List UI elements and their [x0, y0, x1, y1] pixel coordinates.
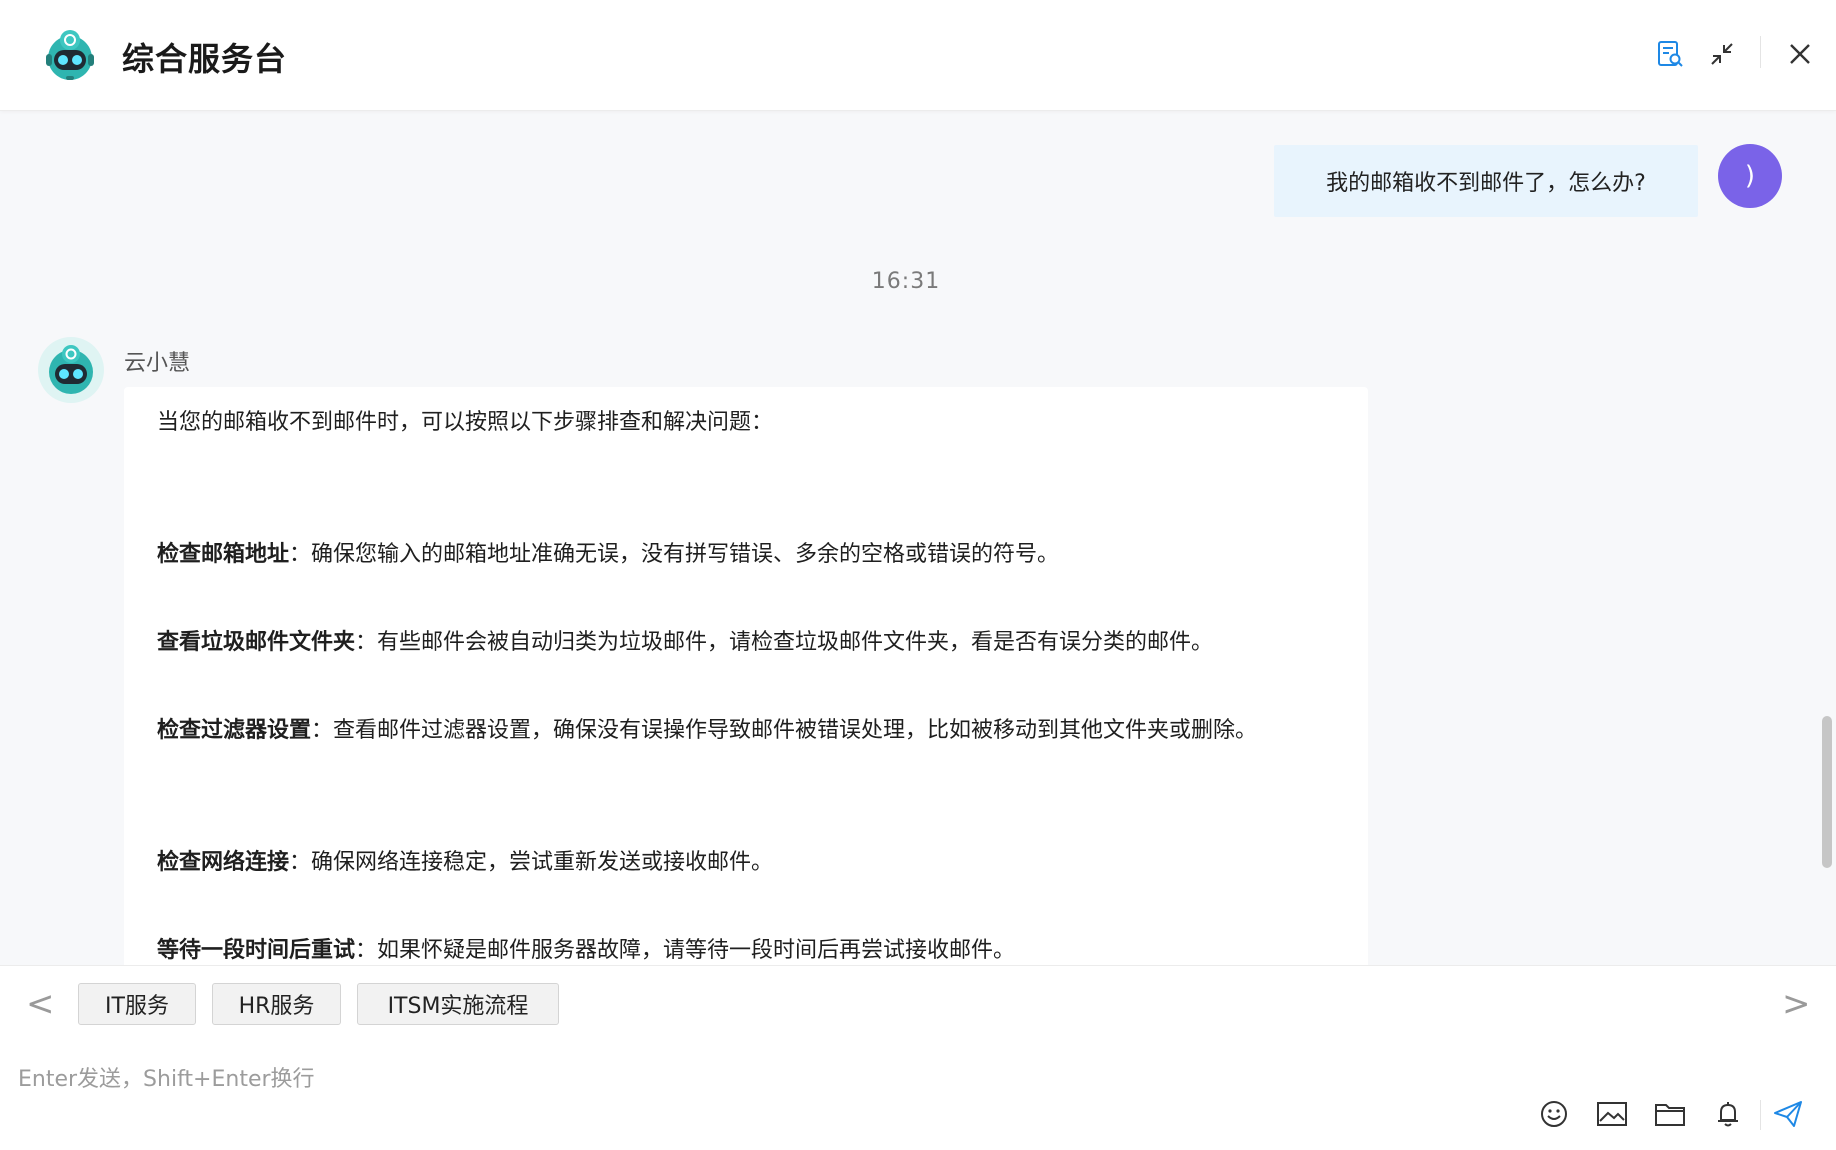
step-text: ：确保网络连接稳定，尝试重新发送或接收邮件。	[289, 850, 774, 875]
image-icon[interactable]	[1594, 1096, 1630, 1132]
step-title: 查看垃圾邮件文件夹	[157, 630, 356, 655]
step-title: 等待一段时间后重试	[157, 938, 356, 963]
chat-scrollbar[interactable]	[1822, 716, 1832, 868]
bell-icon[interactable]	[1710, 1096, 1746, 1132]
bot-reply-step: 查看垃圾邮件文件夹：有些邮件会被自动归类为垃圾邮件，请检查垃圾邮件文件夹，看是否…	[157, 621, 1337, 665]
bot-reply-intro: 当您的邮箱收不到邮件时，可以按照以下步骤排查和解决问题：	[157, 410, 774, 435]
bot-avatar	[38, 337, 104, 403]
user-avatar[interactable]: )	[1718, 144, 1782, 208]
user-avatar-text: )	[1744, 161, 1756, 191]
message-input[interactable]	[16, 1058, 1520, 1100]
step-text: ：有些邮件会被自动归类为垃圾邮件，请检查垃圾邮件文件夹，看是否有误分类的邮件。	[355, 630, 1214, 655]
step-title: 检查邮箱地址	[157, 542, 290, 567]
header-bar: 综合服务台	[0, 0, 1836, 111]
bot-reply-step: 等待一段时间后重试：如果怀疑是邮件服务器故障，请等待一段时间后再尝试接收邮件。	[157, 929, 1337, 965]
tag-hr-service[interactable]: HR服务	[212, 983, 341, 1025]
message-timestamp: 16:31	[871, 269, 941, 294]
emoji-icon[interactable]	[1536, 1096, 1572, 1132]
bot-message-bubble: 当您的邮箱收不到邮件时，可以按照以下步骤排查和解决问题： 检查邮箱地址：确保您输…	[124, 387, 1368, 965]
tags-prev-button[interactable]: <	[26, 984, 55, 1024]
toolbar-divider	[1760, 1100, 1761, 1130]
step-text: ：如果怀疑是邮件服务器故障，请等待一段时间后再尝试接收邮件。	[355, 938, 1016, 963]
user-message-text: 我的邮箱收不到邮件了，怎么办?	[1326, 171, 1646, 196]
bot-reply-step: 检查网络连接：确保网络连接稳定，尝试重新发送或接收邮件。	[157, 841, 1337, 885]
user-message-bubble: 我的邮箱收不到邮件了，怎么办?	[1274, 145, 1698, 217]
bot-name: 云小慧	[124, 351, 191, 376]
header-divider	[1760, 36, 1761, 68]
robot-logo-icon	[46, 30, 94, 80]
bot-reply-step: 检查邮箱地址：确保您输入的邮箱地址准确无误，没有拼写错误、多余的空格或错误的符号…	[157, 533, 1337, 577]
close-icon[interactable]	[1782, 36, 1818, 72]
minimize-icon[interactable]	[1704, 36, 1740, 72]
step-title: 检查网络连接	[157, 850, 290, 875]
tag-it-service[interactable]: IT服务	[78, 983, 196, 1025]
send-icon[interactable]	[1770, 1096, 1806, 1132]
step-title: 检查过滤器设置	[157, 718, 312, 743]
app-title: 综合服务台	[122, 40, 288, 78]
chat-area[interactable]: 我的邮箱收不到邮件了，怎么办? ) 16:31 云小慧 当您的邮箱收不到邮件时，…	[0, 111, 1836, 965]
bot-reply-step: 检查过滤器设置：查看邮件过滤器设置，确保没有误操作导致邮件被错误处理，比如被移动…	[157, 709, 1337, 753]
search-document-icon[interactable]	[1652, 36, 1688, 72]
step-text: ：确保您输入的邮箱地址准确无误，没有拼写错误、多余的空格或错误的符号。	[289, 542, 1060, 567]
tags-next-button[interactable]: >	[1782, 984, 1811, 1024]
quick-tag-bar: < IT服务 HR服务 ITSM实施流程 >	[0, 965, 1836, 1045]
composer	[0, 1044, 1836, 1150]
step-text: ：查看邮件过滤器设置，确保没有误操作导致邮件被错误处理，比如被移动到其他文件夹或…	[311, 718, 1258, 743]
folder-icon[interactable]	[1652, 1096, 1688, 1132]
tag-itsm-process[interactable]: ITSM实施流程	[357, 983, 559, 1025]
